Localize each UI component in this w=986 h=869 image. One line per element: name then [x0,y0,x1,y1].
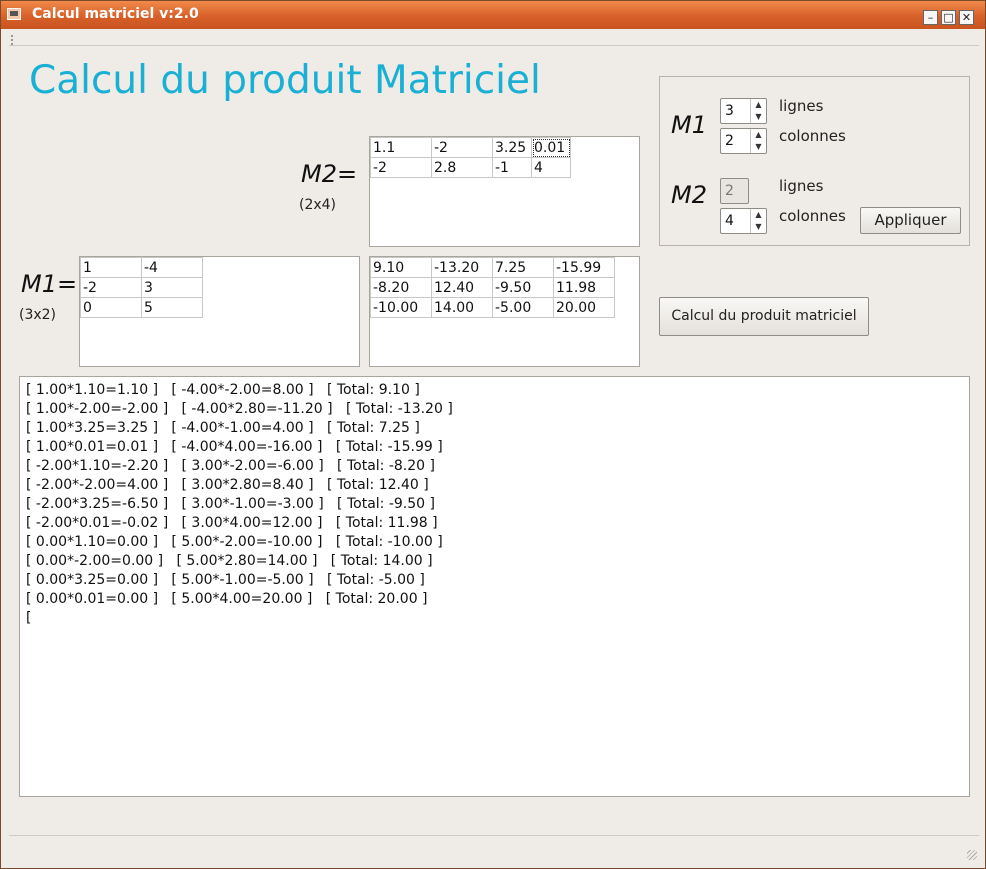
dimension-settings-group: M1 3 ▲ ▼ lignes 2 ▲ ▼ colonnes M2 2 lignes… [659,76,970,246]
settings-m1-label: M1 [671,111,707,139]
divider [9,835,979,836]
table-cell[interactable]: -9.50 [492,277,554,298]
m1-label: M1= [21,270,78,298]
log-line: [ 0.00*1.10=0.00 ] [ 5.00*-2.00=-10.00 ]… [26,534,443,550]
m2-label: M2= [301,160,358,188]
table-cell[interactable]: 4 [531,157,571,178]
spin-down-icon[interactable]: ▼ [751,221,766,233]
m1-rows-value: 3 [725,103,734,119]
m1-rows-label: lignes [779,97,824,115]
m1-rows-spinbox[interactable]: 3 ▲ ▼ [720,98,767,124]
app-icon [7,8,21,20]
resize-grip-icon[interactable] [967,850,977,860]
table-cell-selected[interactable]: 0.01 [531,137,571,158]
table-cell[interactable]: -8.20 [370,277,432,298]
m1-cols-value: 2 [725,133,734,149]
m1-cols-spinbox[interactable]: 2 ▲ ▼ [720,128,767,154]
m1-dimensions: (3x2) [19,307,57,323]
table-cell[interactable]: 12.40 [431,277,493,298]
table-cell[interactable]: 11.98 [553,277,615,298]
table-cell[interactable]: 1 [80,257,142,278]
log-line: [ -2.00*-2.00=4.00 ] [ 3.00*2.80=8.40 ] … [26,477,429,493]
m2-dimensions: (2x4) [299,197,337,213]
log-line: [ [26,610,32,626]
table-cell[interactable]: 20.00 [553,297,615,318]
apply-button[interactable]: Appliquer [860,207,961,234]
maximize-icon[interactable]: □ [941,10,956,25]
log-line: [ 1.00*0.01=0.01 ] [ -4.00*4.00=-16.00 ]… [26,439,443,455]
m2-rows-value: 2 [725,183,734,199]
table-cell[interactable]: 0 [80,297,142,318]
title-bar[interactable]: Calcul matriciel v:2.0 – □ ✕ [1,1,985,29]
m1-table[interactable]: 1 -4 -2 3 05 [79,256,360,367]
spin-up-icon[interactable]: ▲ [751,209,766,221]
table-cell[interactable]: -15.99 [553,257,615,278]
table-cell[interactable]: 7.25 [492,257,554,278]
m2-rows-label: lignes [779,177,824,195]
log-line: [ 1.00*3.25=3.25 ] [ -4.00*-1.00=4.00 ] … [26,420,420,436]
minimize-icon[interactable]: – [923,10,938,25]
app-window: Calcul matriciel v:2.0 – □ ✕ Calcul du p… [0,0,986,869]
compute-product-button[interactable]: Calcul du produit matriciel [659,297,869,336]
calculation-log[interactable]: [ 1.00*1.10=1.10 ] [ -4.00*-2.00=8.00 ] … [19,376,970,797]
log-line: [ 1.00*-2.00=-2.00 ] [ -4.00*2.80=-11.20… [26,401,453,417]
log-line: [ -2.00*0.01=-0.02 ] [ 3.00*4.00=12.00 ]… [26,515,438,531]
result-table[interactable]: 9.10 -13.20 7.25 -15.99 -8.20 12.40 -9.5… [369,256,640,367]
table-cell[interactable]: -10.00 [370,297,432,318]
table-cell[interactable]: -4 [141,257,203,278]
log-line: [ 0.00*-2.00=0.00 ] [ 5.00*2.80=14.00 ] … [26,553,433,569]
close-icon[interactable]: ✕ [959,10,974,25]
log-line: [ -2.00*3.25=-6.50 ] [ 3.00*-1.00=-3.00 … [26,496,435,512]
window-title: Calcul matriciel v:2.0 [32,6,199,22]
spin-down-icon[interactable]: ▼ [751,111,766,123]
divider [9,45,979,46]
m2-table[interactable]: 1.1 -2 3.25 0.01 -2 2.8 -1 4 [369,136,640,247]
table-cell[interactable]: 1.1 [370,137,432,158]
spin-down-icon[interactable]: ▼ [751,141,766,153]
table-cell[interactable]: -2 [370,157,432,178]
m2-cols-label: colonnes [779,207,846,225]
table-cell[interactable]: 3.25 [492,137,532,158]
table-cell[interactable]: -2 [80,277,142,298]
page-title: Calcul du produit Matriciel [29,58,541,103]
table-cell[interactable]: -5.00 [492,297,554,318]
m2-cols-value: 4 [725,213,734,229]
table-cell[interactable]: -2 [431,137,493,158]
log-line: [ 1.00*1.10=1.10 ] [ -4.00*-2.00=8.00 ] … [26,382,420,398]
table-cell[interactable]: 3 [141,277,203,298]
table-cell[interactable]: 9.10 [370,257,432,278]
settings-m2-label: M2 [671,181,707,209]
m2-cols-spinbox[interactable]: 4 ▲ ▼ [720,208,767,234]
spin-up-icon[interactable]: ▲ [751,99,766,111]
table-cell[interactable]: 5 [141,297,203,318]
toolbar-grip-icon[interactable] [11,35,16,45]
m1-cols-label: colonnes [779,127,846,145]
table-cell[interactable]: -1 [492,157,532,178]
log-line: [ 0.00*3.25=0.00 ] [ 5.00*-1.00=-5.00 ] … [26,572,425,588]
spin-up-icon[interactable]: ▲ [751,129,766,141]
table-cell[interactable]: 2.8 [431,157,493,178]
m2-rows-field: 2 [720,178,749,204]
table-cell[interactable]: -13.20 [431,257,493,278]
table-cell[interactable]: 14.00 [431,297,493,318]
log-line: [ 0.00*0.01=0.00 ] [ 5.00*4.00=20.00 ] [… [26,591,428,607]
log-line: [ -2.00*1.10=-2.20 ] [ 3.00*-2.00=-6.00 … [26,458,435,474]
